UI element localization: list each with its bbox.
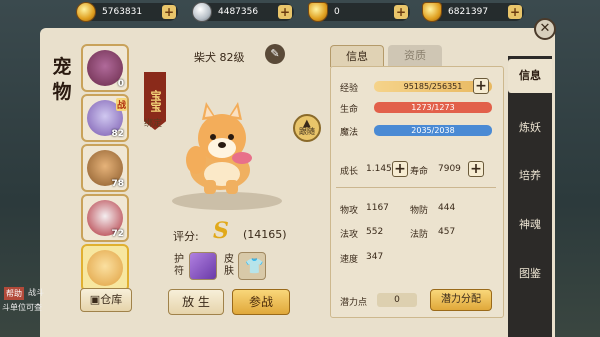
ingot-small-currency: 0 + — [308, 2, 410, 22]
silver-value: 4487356 — [218, 7, 259, 17]
hp-bar: 1273/1273 — [374, 102, 492, 113]
add-ingot-button[interactable]: + — [508, 5, 522, 19]
tab-aptitude[interactable]: 资质 — [388, 45, 442, 67]
pdef-value: 444 — [438, 203, 456, 213]
bound-label: 绑定 — [144, 119, 163, 129]
gold-currency: 5763831 + — [76, 2, 178, 22]
ingot-value: 6821397 — [448, 7, 489, 17]
growth-label: 成长 — [340, 167, 359, 177]
add-gold-button[interactable]: + — [162, 5, 176, 19]
score-grade: S — [213, 218, 229, 244]
matk-label: 法攻 — [340, 230, 359, 240]
mdef-value: 457 — [438, 227, 456, 237]
divider — [336, 187, 496, 188]
mp-bar: 2035/2038 — [374, 125, 492, 136]
pet-slot-purple-beast[interactable]: 战 82 — [81, 94, 129, 142]
score-label: 评分: — [173, 230, 199, 243]
help-text-2: 斗单位可查 — [2, 303, 42, 312]
pet-score: 评分: S (14165) — [173, 218, 287, 244]
pet-slot-white-fox[interactable]: 72 — [81, 194, 129, 242]
nav-soul[interactable]: 神魂 — [508, 216, 552, 232]
patk-value: 1167 — [366, 203, 389, 213]
ingot-currency: 6821397 + — [422, 2, 524, 22]
pet-level: 72 — [111, 229, 124, 239]
ingot-small-value: 0 — [334, 7, 340, 17]
skin-slot[interactable]: 👕 — [238, 252, 266, 280]
life-label: 寿命 — [410, 167, 429, 177]
gold-coin-icon — [76, 2, 96, 22]
add-life-button[interactable]: + — [468, 161, 484, 177]
pet-slot-bear-beast[interactable]: 78 — [81, 144, 129, 192]
battle-tag: 战 — [115, 98, 127, 111]
pet-level: 78 — [111, 179, 124, 189]
add-silver-button[interactable]: + — [278, 5, 292, 19]
currency-bar: 5763831 + 4487356 + 0 + 6821397 + — [0, 0, 600, 26]
add-ingot-small-button[interactable]: + — [394, 5, 408, 19]
add-growth-button[interactable]: + — [392, 161, 408, 177]
mp-label: 魔法 — [340, 128, 359, 138]
pet-level: 0 — [117, 79, 124, 89]
page-title: 宠物 — [52, 56, 72, 103]
storage-icon: ▣ — [89, 293, 101, 306]
amulet-slot[interactable] — [189, 252, 217, 280]
shiba-dog-portrait — [87, 250, 123, 286]
pet-slot-red-demon[interactable]: 0 — [81, 44, 129, 92]
pdef-label: 物防 — [410, 206, 429, 216]
matk-value: 552 — [366, 227, 384, 237]
nav-info[interactable]: 信息 — [508, 59, 552, 93]
score-value: (14165) — [243, 228, 287, 241]
pet-slot-shiba-dog[interactable] — [81, 244, 129, 292]
shirt-icon: 👕 — [245, 257, 264, 275]
points-value: 0 — [377, 293, 417, 307]
bell-icon: ▲ — [303, 118, 311, 129]
exp-label: 经验 — [340, 84, 359, 94]
nav-atlas[interactable]: 图鉴 — [508, 265, 552, 281]
add-exp-button[interactable]: + — [473, 78, 489, 94]
hp-label: 生命 — [340, 105, 359, 115]
silver-coin-icon — [192, 2, 212, 22]
speed-value: 347 — [366, 252, 384, 262]
silver-currency: 4487356 + — [192, 2, 294, 22]
gold-ingot-icon — [422, 2, 442, 22]
gold-value: 5763831 — [102, 7, 143, 17]
life-value: 7909 — [438, 164, 461, 174]
mdef-label: 法防 — [410, 230, 429, 240]
storage-button[interactable]: ▣仓库 — [80, 288, 132, 312]
release-button[interactable]: 放 生 — [168, 289, 224, 315]
gold-ingot-small-icon — [308, 2, 328, 22]
tab-info[interactable]: 信息 — [330, 45, 384, 67]
speed-label: 速度 — [340, 255, 359, 265]
shiba-dog-model — [186, 102, 252, 194]
amulet-label: 护符 — [174, 254, 184, 277]
pet-name: 柴犬 82级 — [194, 51, 245, 64]
nav-train[interactable]: 培养 — [508, 167, 552, 183]
pet-level: 82 — [111, 129, 124, 139]
rename-pencil-icon[interactable]: ✎ — [265, 44, 285, 64]
close-button[interactable]: ✕ — [534, 18, 556, 40]
patk-label: 物攻 — [340, 206, 359, 216]
points-label: 潜力点 — [340, 298, 368, 308]
help-label[interactable]: 帮助 — [4, 287, 24, 300]
side-nav — [508, 56, 552, 337]
help-text: 战斗 — [28, 288, 44, 297]
follow-button[interactable]: ▲ 跟随 — [293, 114, 321, 142]
battle-button[interactable]: 参战 — [232, 289, 290, 315]
growth-value: 1.145 — [366, 164, 392, 174]
nav-refine[interactable]: 炼妖 — [508, 119, 552, 135]
skin-label: 皮肤 — [224, 254, 234, 277]
allocate-points-button[interactable]: 潜力分配 — [430, 289, 492, 311]
storage-label: 仓库 — [100, 293, 123, 306]
